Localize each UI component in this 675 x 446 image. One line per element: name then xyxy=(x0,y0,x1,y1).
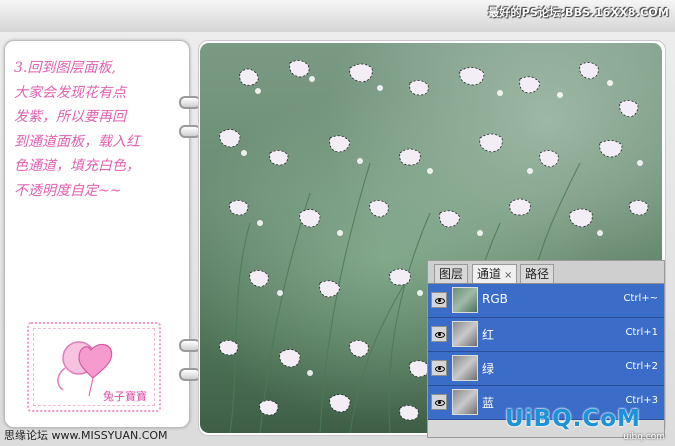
brand-watermark: UiBQ.CoM xyxy=(505,406,641,432)
channel-shortcut: Ctrl+~ xyxy=(623,293,658,304)
forum-footer: 思缘论坛 www.MISSYUAN.COM xyxy=(4,429,168,442)
eye-icon[interactable] xyxy=(431,394,447,410)
channel-shortcut: Ctrl+3 xyxy=(625,395,658,406)
channel-name: 绿 xyxy=(482,362,495,376)
channel-name: 蓝 xyxy=(482,396,495,410)
instruction-line: 到通道面板，载入红 xyxy=(14,133,140,150)
tab-label: 通道 xyxy=(477,267,502,281)
instruction-line: 色通道，填充白色， xyxy=(14,158,140,174)
eye-icon[interactable] xyxy=(431,326,447,342)
tab-label: 图层 xyxy=(439,267,464,281)
close-icon[interactable]: × xyxy=(504,270,512,281)
channel-shortcut: Ctrl+2 xyxy=(625,361,658,372)
tab-paths[interactable]: 路径 xyxy=(520,264,555,283)
channel-name: 红 xyxy=(482,328,495,342)
forum-watermark: 最好的PS论坛:BBS.16XX8.COM xyxy=(488,6,669,19)
channel-row-rgb[interactable]: RGB Ctrl+~ xyxy=(428,284,664,318)
bunny-stamp: 兔子寶寶 xyxy=(27,322,161,412)
instruction-line: 大家会发现花有点 xyxy=(14,84,126,101)
tab-layers[interactable]: 图层 xyxy=(434,264,469,283)
panel-tab-bar: 图层 通道 × 路径 xyxy=(428,261,664,284)
channel-row-red[interactable]: 红 Ctrl+1 xyxy=(428,318,664,352)
channel-shortcut: Ctrl+1 xyxy=(625,327,658,338)
channel-thumbnail xyxy=(452,389,478,415)
brand-subtext: uibq.com xyxy=(623,432,665,442)
instruction-line: 发紫，所以要再回 xyxy=(14,109,126,125)
stamp-label: 兔子寶寶 xyxy=(103,390,147,403)
instruction-line: 3.回到图层面板, xyxy=(14,60,116,76)
channel-thumbnail xyxy=(452,321,478,347)
tab-channels[interactable]: 通道 × xyxy=(472,264,518,283)
eye-icon[interactable] xyxy=(431,360,447,376)
instruction-text: 3.回到图层面板, 大家会发现花有点 发紫，所以要再回 到通道面板，载入红 色通… xyxy=(14,56,182,203)
eye-icon[interactable] xyxy=(431,292,447,308)
tab-label: 路径 xyxy=(525,267,550,281)
instruction-line: 不透明度自定~~ xyxy=(14,182,122,199)
channel-name: RGB xyxy=(482,292,508,306)
channel-thumbnail xyxy=(452,355,478,381)
channel-thumbnail xyxy=(452,287,478,313)
channel-row-green[interactable]: 绿 Ctrl+2 xyxy=(428,352,664,386)
